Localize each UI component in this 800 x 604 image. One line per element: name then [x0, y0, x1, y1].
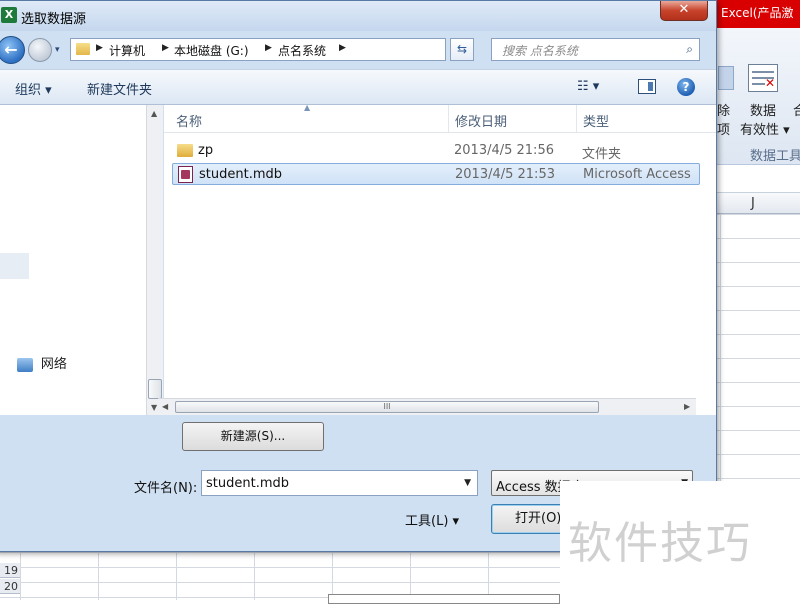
data-validation-label-1[interactable]: 数据 — [750, 100, 776, 119]
search-input[interactable]: 搜索 点名系统 ⌕ — [491, 38, 700, 61]
file-name: student.mdb — [199, 167, 282, 182]
dialog-title: 选取数据源 — [21, 12, 87, 27]
tooltip-fragment — [328, 594, 560, 604]
data-validation-label-2[interactable]: 有效性 ▾ — [740, 119, 790, 138]
file-list-header: ▲ 名称 修改日期 类型 — [164, 103, 716, 133]
navigation-pane[interactable]: 网络 ▲ ▼ — [0, 105, 163, 415]
file-date: 2013/4/5 21:56 — [454, 143, 554, 158]
help-icon[interactable]: ? — [677, 78, 695, 96]
breadcrumb-separator-icon[interactable]: ▶ — [96, 43, 103, 53]
breadcrumb-local-disk[interactable]: 本地磁盘 (G:) — [174, 42, 249, 59]
breadcrumb-separator-icon[interactable]: ▶ — [265, 43, 272, 53]
scroll-right-icon[interactable]: ▶ — [684, 402, 690, 411]
sidebar-item-network[interactable]: 网络 — [17, 353, 67, 372]
scroll-left-icon[interactable]: ◀ — [162, 402, 168, 411]
column-header-name[interactable]: 名称 — [176, 111, 202, 130]
nav-tree-selected-item[interactable] — [0, 253, 29, 279]
forward-button[interactable] — [28, 38, 52, 62]
data-validation-icon[interactable]: ✕ — [748, 64, 778, 92]
chevron-down-icon[interactable]: ▼ — [464, 478, 471, 488]
ribbon-left-label-1: 除 — [717, 104, 731, 119]
breadcrumb-computer[interactable]: 计算机 — [109, 42, 145, 59]
preview-pane-icon[interactable] — [638, 79, 656, 94]
command-toolbar: 组织 ▾ 新建文件夹 ☷ ▾ ? — [0, 69, 716, 105]
folder-icon — [76, 43, 90, 55]
scroll-down-icon[interactable]: ▼ — [151, 403, 157, 412]
row-number-20[interactable]: 20 — [0, 579, 20, 594]
list-item-student-mdb[interactable]: student.mdb 2013/4/5 21:53 Microsoft Acc… — [172, 163, 700, 185]
excel-title-bar: Excel(产品激 — [715, 0, 800, 28]
address-bar[interactable]: ▶ 计算机 ▶ 本地磁盘 (G:) ▶ 点名系统 ▶ ▾ — [70, 38, 514, 61]
column-j-header[interactable]: J — [751, 196, 755, 211]
breadcrumb-separator-icon[interactable]: ▶ — [162, 43, 169, 53]
file-date: 2013/4/5 21:53 — [455, 167, 555, 182]
network-icon — [17, 357, 33, 372]
worksheet-grid[interactable] — [715, 214, 800, 504]
nav-tree[interactable] — [0, 105, 29, 337]
organize-button[interactable]: 组织 ▾ — [15, 79, 52, 98]
column-header-row: J — [715, 192, 800, 214]
ribbon-left-label-2: 项 — [717, 123, 731, 138]
column-header-date[interactable]: 修改日期 — [455, 111, 507, 130]
column-header-type[interactable]: 类型 — [583, 111, 609, 130]
watermark-text: 软件技巧 — [568, 518, 752, 569]
breadcrumb-separator-icon[interactable]: ▶ — [339, 43, 346, 53]
new-source-button[interactable]: 新建源(S)... — [182, 422, 324, 451]
filename-value[interactable]: student.mdb — [206, 476, 289, 491]
file-type: Microsoft Access — [583, 167, 691, 182]
breadcrumb-current-folder[interactable]: 点名系统 — [278, 42, 326, 59]
filename-label: 文件名(N): — [134, 481, 198, 496]
back-button[interactable]: ← — [0, 36, 25, 64]
tools-button[interactable]: 工具(L) ▾ — [405, 510, 459, 529]
close-button[interactable]: ✕ — [660, 1, 708, 21]
excel-app-icon: X — [1, 7, 17, 23]
folder-icon — [177, 144, 193, 157]
horizontal-scrollbar[interactable]: ◀ III ▶ — [158, 398, 696, 415]
change-view-button[interactable]: ☷ ▾ — [577, 79, 599, 94]
file-type: 文件夹 — [582, 147, 622, 162]
select-data-source-dialog: X 选取数据源 ✕ ← ▾ ▶ 计算机 ▶ 本地磁盘 (G:) ▶ 点名系统 ▶… — [0, 0, 717, 552]
sort-indicator-icon: ▲ — [304, 103, 311, 112]
sidebar-item-label: 网络 — [40, 357, 67, 372]
nav-pane-scrollbar[interactable]: ▲ ▼ — [146, 105, 163, 415]
row-number-19[interactable]: 19 — [0, 563, 20, 578]
refresh-button[interactable]: ⇆ — [450, 38, 474, 61]
worksheet-grid-bottom[interactable] — [0, 552, 560, 600]
search-icon[interactable]: ⌕ — [686, 42, 693, 57]
data-tools-group-label: 数据工具 — [750, 149, 800, 164]
dialog-title-bar[interactable]: X 选取数据源 ✕ — [0, 1, 716, 31]
access-db-icon — [178, 166, 193, 183]
new-folder-button[interactable]: 新建文件夹 — [87, 79, 152, 98]
scroll-up-icon[interactable]: ▲ — [151, 109, 157, 118]
list-item-zp-folder[interactable]: zp 2013/4/5 21:56 文件夹 — [172, 140, 700, 162]
recent-pages-dropdown-icon[interactable]: ▾ — [55, 45, 60, 55]
scrollbar-thumb[interactable]: III — [175, 401, 599, 413]
ribbon-right-label: 合 — [793, 104, 800, 119]
scrollbar-thumb[interactable] — [148, 379, 162, 399]
search-placeholder: 搜索 点名系统 — [502, 44, 578, 58]
file-list[interactable]: ▲ 名称 修改日期 类型 zp 2013/4/5 21:56 文件夹 stude… — [164, 103, 716, 415]
remove-duplicates-icon[interactable] — [718, 66, 734, 90]
excel-title-text: Excel(产品激 — [721, 6, 794, 20]
file-name: zp — [198, 143, 214, 158]
filename-field[interactable]: student.mdb ▼ — [201, 470, 478, 496]
navigation-row: ← ▾ ▶ 计算机 ▶ 本地磁盘 (G:) ▶ 点名系统 ▶ ▾ ⇆ 搜索 点名… — [0, 31, 716, 69]
